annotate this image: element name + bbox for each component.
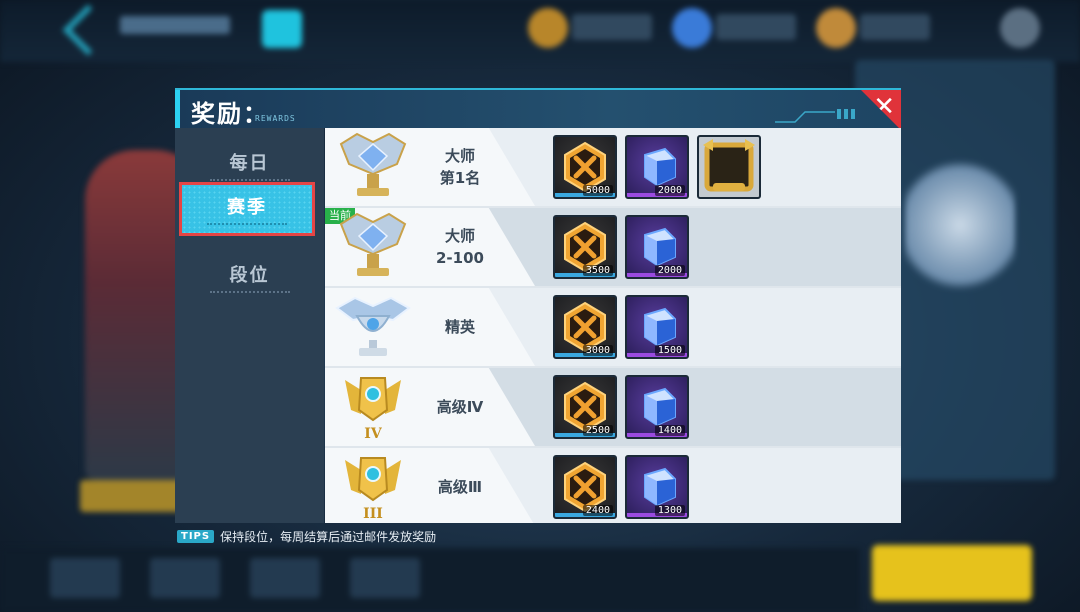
item-quantity: 3000 [582,345,613,356]
rank-label: 大师 2-100 [415,218,505,276]
tab-label: 赛季 [227,196,267,218]
background-title [120,16,230,34]
background-currency-pill [572,14,652,40]
dialog-header: 奖励： REWARDS ✕ [175,88,901,130]
reward-category-sidebar: 每日 赛季 段位 [175,128,324,523]
item-quantity: 2500 [582,425,613,436]
close-icon: ✕ [873,92,895,122]
master-trophy-icon [339,132,407,196]
background-bottom-bar [0,548,860,612]
rank-label: 大师 第1名 [415,138,505,196]
background-cyan-button [262,10,302,48]
reward-item-coin[interactable]: 2400 [553,455,617,519]
item-quantity: 2000 [654,265,685,276]
tips-text: 保持段位，每周结算后通过邮件发放奖励 [220,530,437,544]
gold-avatar-frame-icon [703,139,755,192]
background-trophy-icon [905,150,1015,300]
item-quantity: 5000 [582,185,613,196]
tab-label: 每日 [229,152,270,174]
close-button[interactable]: ✕ [861,90,901,130]
rank-label: 高级Ⅳ [415,378,505,436]
reward-item-cube[interactable]: 2000 [625,135,689,199]
reward-item-coin[interactable]: 5000 [553,135,617,199]
background-coin-icon [528,8,568,48]
reward-row: IV 高级Ⅳ 2500 1400 [325,368,901,446]
advanced-iv-trophy-icon: IV [345,377,401,442]
tab-rank[interactable]: 段位 [175,250,324,304]
background-settings-icon [1000,8,1040,48]
rank-label: 精英 [415,298,505,356]
tab-season[interactable]: 赛季 [179,182,315,236]
reward-item-coin[interactable]: 2500 [553,375,617,439]
background-currency-pill [716,14,796,40]
rank-name: 高级Ⅲ [437,478,483,496]
reward-item-cube[interactable]: 1400 [625,375,689,439]
reward-row-current: 当前 大师 2-100 3500 2000 [325,208,901,286]
rank-range: 第1名 [439,169,481,187]
rank-name: 精英 [444,318,475,336]
rank-range: 2-100 [436,249,484,267]
background-tile [150,558,220,598]
reward-item-coin[interactable]: 3500 [553,215,617,279]
svg-text:III: III [363,506,383,522]
header-decoration-icon [775,109,855,123]
reward-row: 精英 3000 1500 [325,288,901,366]
tab-underline [207,222,287,226]
background-avatar-icon [816,8,856,48]
reward-item-cube[interactable]: 1300 [625,455,689,519]
tips-bar: TIPS 保持段位，每周结算后通过邮件发放奖励 [177,528,436,545]
rank-label: 高级Ⅲ [415,458,505,516]
item-quantity: 1300 [654,505,685,516]
rank-name: 高级Ⅳ [436,398,484,416]
reward-item-frame[interactable] [697,135,761,199]
background-yellow-button [872,545,1032,601]
item-quantity: 2400 [582,505,613,516]
reward-item-cube[interactable]: 2000 [625,215,689,279]
rewards-dialog: 奖励： REWARDS ✕ 每日 赛季 段位 大师 第1名 5000 2000 … [175,88,901,523]
item-quantity: 1400 [654,425,685,436]
dialog-subtitle: REWARDS [255,114,296,123]
tips-badge: TIPS [177,530,215,543]
svg-text:IV: IV [364,426,383,442]
tab-label: 段位 [229,264,270,286]
dialog-title: 奖励： [191,100,269,128]
master-trophy-icon [339,212,407,276]
item-quantity: 3500 [582,265,613,276]
reward-row: III 高级Ⅲ 2400 1300 [325,448,901,523]
rank-name: 大师 [444,147,475,165]
rank-name: 大师 [444,227,475,245]
background-currency-pill [860,14,930,40]
reward-row: 大师 第1名 5000 2000 [325,128,901,206]
background-tile [50,558,120,598]
reward-item-cube[interactable]: 1500 [625,295,689,359]
elite-trophy-icon [335,296,411,356]
reward-list[interactable]: 大师 第1名 5000 2000 当前 大师 2-100 3500 2000 精… [325,128,901,523]
item-quantity: 2000 [654,185,685,196]
background-gem-icon [672,8,712,48]
background-tile [250,558,320,598]
reward-item-coin[interactable]: 3000 [553,295,617,359]
background-tile [350,558,420,598]
item-quantity: 1500 [654,345,685,356]
tab-underline [209,290,290,294]
advanced-iii-trophy-icon: III [345,457,401,522]
